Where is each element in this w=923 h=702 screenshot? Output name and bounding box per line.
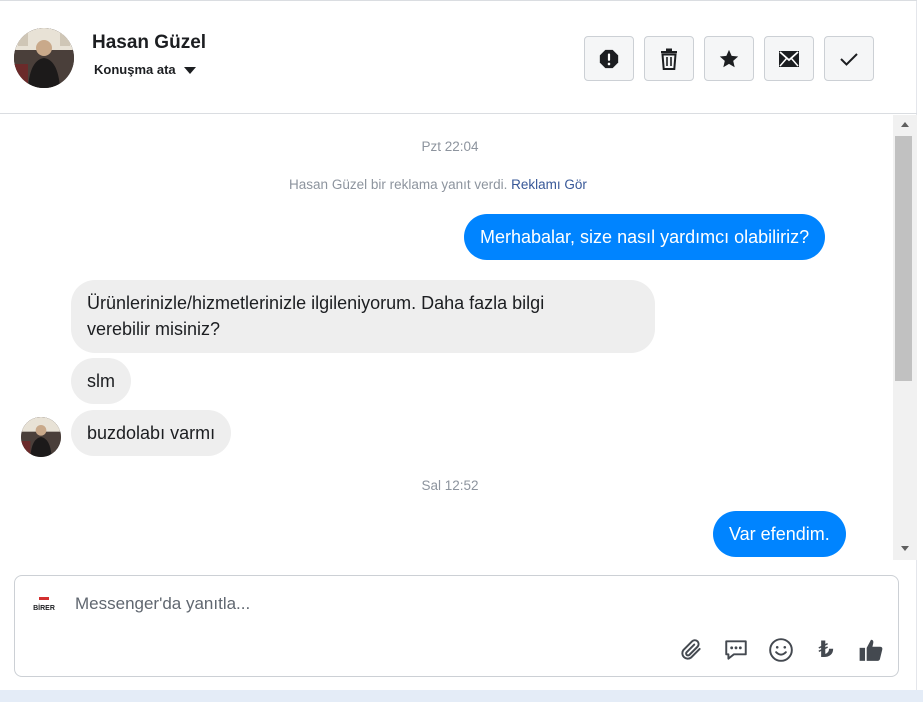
reply-composer: BİRER Messenger'da yanıtla... ₺	[14, 575, 899, 677]
delete-button[interactable]	[644, 36, 694, 81]
scroll-down-arrow-icon[interactable]	[901, 546, 909, 551]
saved-replies-button[interactable]	[722, 636, 750, 664]
report-button[interactable]	[584, 36, 634, 81]
mark-done-button[interactable]	[824, 36, 874, 81]
paperclip-icon	[681, 639, 701, 660]
incoming-message[interactable]: Ürünlerinizle/hizmetlerinizle ilgileniyo…	[71, 280, 655, 353]
thread-scrollbar[interactable]	[893, 115, 917, 560]
assign-conversation-label: Konuşma ata	[94, 62, 176, 77]
contact-avatar-small[interactable]	[21, 417, 61, 457]
reply-input[interactable]	[75, 592, 675, 616]
lira-icon: ₺	[818, 637, 834, 662]
outgoing-message[interactable]: Var efendim.	[713, 511, 846, 557]
view-ad-link[interactable]: Reklamı Gör	[511, 177, 587, 192]
contact-avatar[interactable]	[14, 28, 74, 88]
envelope-icon	[779, 50, 799, 67]
conversation-header: Hasan Güzel Konuşma ata	[0, 4, 917, 114]
saved-reply-icon	[725, 640, 747, 660]
message-thread[interactable]: Pzt 22:04 Hasan Güzel bir reklama yanıt …	[0, 115, 893, 560]
bottom-strip	[0, 690, 923, 702]
timestamp: Pzt 22:04	[421, 139, 479, 154]
message-line: Ürünlerinizle/hizmetlerinizle ilgileniyo…	[87, 293, 545, 313]
conversation-panel: Hasan Güzel Konuşma ata Pzt 22:04 Hasan …	[0, 0, 917, 692]
incoming-message[interactable]: buzdolabı varmı	[71, 410, 232, 456]
header-actions	[584, 36, 874, 81]
outgoing-message[interactable]: Merhabalar, size nasıl yardımcı olabilir…	[464, 214, 826, 260]
caret-down-icon	[183, 67, 196, 74]
page-logo-text: BİRER	[33, 604, 55, 612]
attach-button[interactable]	[677, 636, 705, 664]
trash-icon	[661, 48, 677, 70]
page-logo-icon: BİRER	[33, 597, 55, 612]
composer-tools: ₺	[677, 636, 885, 664]
contact-name[interactable]: Hasan Güzel	[92, 32, 206, 54]
message-line: verebilir misiniz?	[87, 319, 221, 339]
scroll-up-arrow-icon[interactable]	[901, 122, 909, 127]
mark-unread-button[interactable]	[764, 36, 814, 81]
star-icon	[719, 49, 739, 67]
check-icon	[840, 52, 858, 66]
scroll-thumb[interactable]	[895, 136, 912, 381]
timestamp: Sal 12:52	[421, 478, 479, 493]
top-divider	[0, 0, 917, 3]
emoji-button[interactable]	[767, 636, 795, 664]
system-message-text: Hasan Güzel bir reklama yanıt verdi.	[289, 177, 508, 192]
assign-conversation-dropdown[interactable]: Konuşma ata	[94, 62, 196, 77]
payment-button[interactable]: ₺	[812, 636, 840, 664]
star-button[interactable]	[704, 36, 754, 81]
like-button[interactable]	[857, 636, 885, 664]
alert-octagon-icon	[599, 49, 619, 68]
thumbs-up-icon	[859, 639, 883, 661]
incoming-message[interactable]: slm	[71, 358, 131, 404]
emoji-icon	[769, 638, 793, 662]
system-message: Hasan Güzel bir reklama yanıt verdi. Rek…	[0, 177, 876, 192]
